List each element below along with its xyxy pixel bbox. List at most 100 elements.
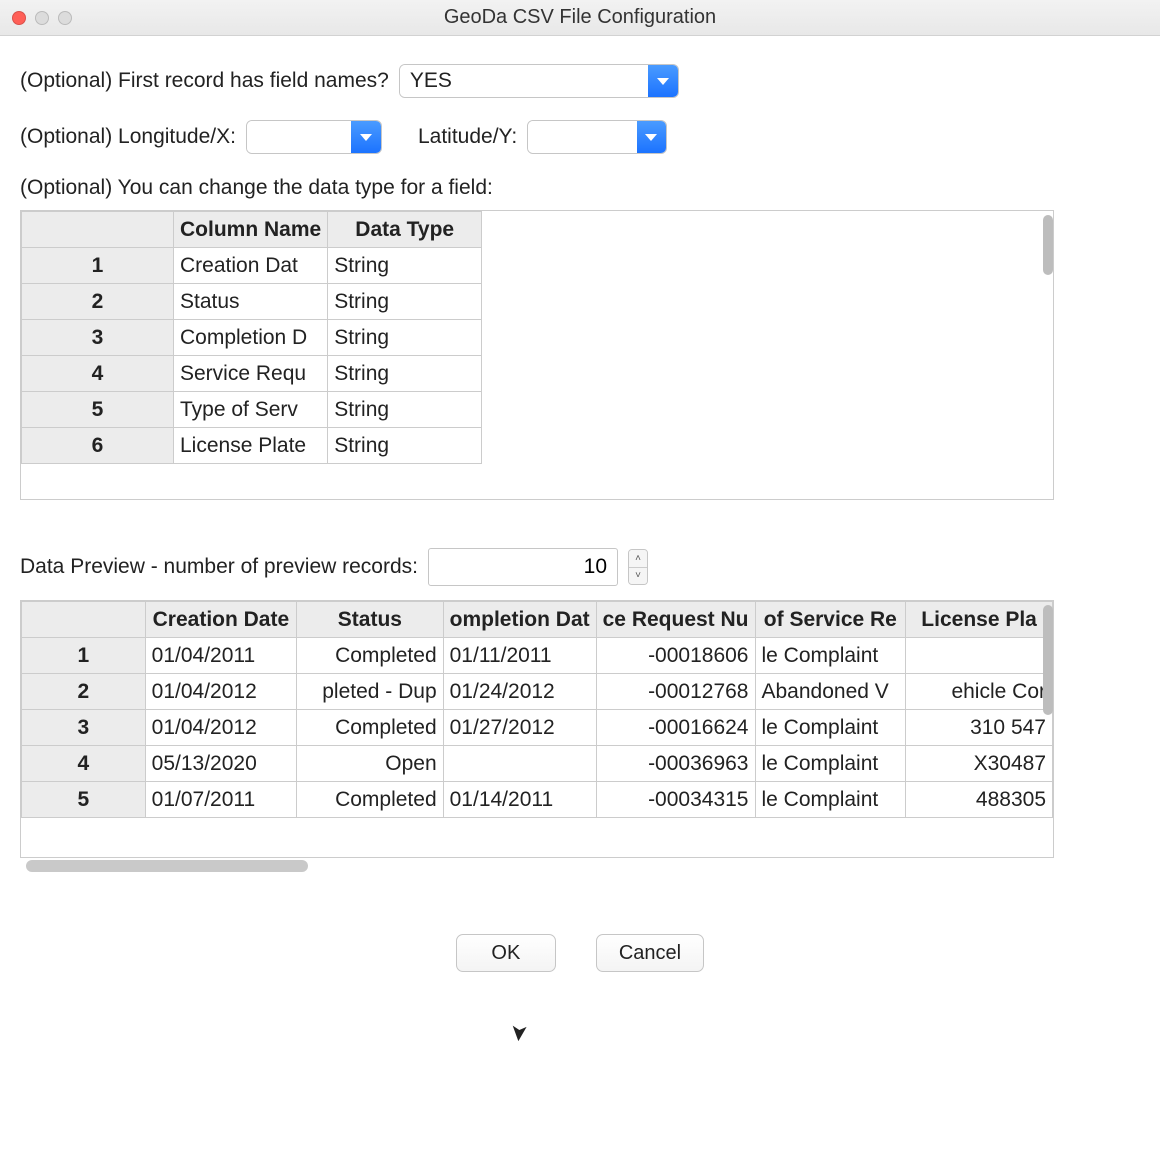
row-number: 3: [22, 710, 146, 746]
traffic-lights: [0, 11, 72, 25]
cell[interactable]: -00018606: [596, 638, 755, 674]
cell[interactable]: 01/04/2011: [145, 638, 296, 674]
cell[interactable]: le Complaint: [755, 782, 906, 818]
cell[interactable]: 01/07/2011: [145, 782, 296, 818]
cell[interactable]: pleted - Dup: [297, 674, 444, 710]
row-number: 1: [22, 638, 146, 674]
chevron-down-icon[interactable]: [351, 121, 380, 153]
cell[interactable]: le Complaint: [755, 746, 906, 782]
data-type-cell[interactable]: String: [328, 284, 482, 320]
table-row[interactable]: 3Completion DString: [22, 320, 482, 356]
cell[interactable]: 01/04/2012: [145, 710, 296, 746]
data-type-cell[interactable]: String: [328, 356, 482, 392]
minimize-window-button[interactable]: [35, 11, 49, 25]
field-names-value: YES: [400, 65, 648, 97]
preview-header-license: License Pla: [906, 602, 1053, 638]
table-row[interactable]: 1Creation DatString: [22, 248, 482, 284]
datatype-intro-label: (Optional) You can change the data type …: [20, 176, 493, 200]
cell[interactable]: -00012768: [596, 674, 755, 710]
latitude-dropdown[interactable]: [527, 120, 667, 154]
data-type-cell[interactable]: String: [328, 428, 482, 464]
cell[interactable]: 310 547: [906, 710, 1053, 746]
titlebar: GeoDa CSV File Configuration: [0, 0, 1160, 36]
cell[interactable]: Completed: [297, 638, 444, 674]
row-number: 2: [22, 674, 146, 710]
table-row[interactable]: 201/04/2012pleted - Dup01/24/2012-000127…: [22, 674, 1053, 710]
column-name-cell[interactable]: Creation Dat: [174, 248, 328, 284]
preview-header-blank: [22, 602, 146, 638]
cell[interactable]: -00036963: [596, 746, 755, 782]
data-type-cell[interactable]: String: [328, 320, 482, 356]
column-name-cell[interactable]: Service Requ: [174, 356, 328, 392]
table-row[interactable]: 6License PlateString: [22, 428, 482, 464]
table-row[interactable]: 301/04/2012Completed01/27/2012-00016624l…: [22, 710, 1053, 746]
table-row[interactable]: 2StatusString: [22, 284, 482, 320]
preview-table[interactable]: Creation Date Status ompletion Dat ce Re…: [20, 600, 1054, 858]
cell[interactable]: [906, 638, 1053, 674]
cell[interactable]: Abandoned V: [755, 674, 906, 710]
preview-count-stepper[interactable]: ˄ ˅: [628, 549, 648, 585]
cell[interactable]: le Complaint: [755, 638, 906, 674]
table-row[interactable]: 4Service RequString: [22, 356, 482, 392]
preview-count-input[interactable]: [428, 548, 618, 586]
cell[interactable]: 05/13/2020: [145, 746, 296, 782]
data-type-cell[interactable]: String: [328, 392, 482, 428]
preview-header-status: Status: [297, 602, 444, 638]
preview-header-service: of Service Re: [755, 602, 906, 638]
longitude-label: (Optional) Longitude/X:: [20, 125, 236, 149]
column-name-cell[interactable]: Status: [174, 284, 328, 320]
datatype-table[interactable]: Column Name Data Type 1Creation DatStrin…: [20, 210, 1054, 500]
field-names-label: (Optional) First record has field names?: [20, 69, 389, 93]
table-row[interactable]: 501/07/2011Completed01/14/2011-00034315l…: [22, 782, 1053, 818]
window-title: GeoDa CSV File Configuration: [0, 6, 1160, 29]
chevron-down-icon[interactable]: [637, 121, 667, 153]
table-row[interactable]: 405/13/2020Open -00036963le ComplaintX304…: [22, 746, 1053, 782]
cell[interactable]: Completed: [297, 710, 444, 746]
preview-label: Data Preview - number of preview records…: [20, 555, 418, 579]
preview-header-request: ce Request Nu: [596, 602, 755, 638]
cell[interactable]: Open: [297, 746, 444, 782]
ok-button[interactable]: OK: [456, 934, 556, 972]
table-row[interactable]: 5Type of ServString: [22, 392, 482, 428]
vertical-scrollbar[interactable]: [1043, 215, 1053, 275]
cell[interactable]: 01/27/2012: [443, 710, 596, 746]
chevron-down-icon[interactable]: [648, 65, 678, 97]
horizontal-scrollbar[interactable]: [20, 860, 1130, 874]
cell[interactable]: ehicle Cor: [906, 674, 1053, 710]
cell[interactable]: Completed: [297, 782, 444, 818]
cell[interactable]: 01/11/2011: [443, 638, 596, 674]
zoom-window-button[interactable]: [58, 11, 72, 25]
longitude-dropdown[interactable]: [246, 120, 382, 154]
mouse-cursor-icon: ➤: [505, 1023, 533, 1044]
row-number: 1: [22, 248, 174, 284]
preview-header-creation: Creation Date: [145, 602, 296, 638]
cell[interactable]: 01/14/2011: [443, 782, 596, 818]
data-type-cell[interactable]: String: [328, 248, 482, 284]
cell[interactable]: -00016624: [596, 710, 755, 746]
row-number: 4: [22, 356, 174, 392]
row-number: 4: [22, 746, 146, 782]
preview-header-completion: ompletion Dat: [443, 602, 596, 638]
column-name-cell[interactable]: Completion D: [174, 320, 328, 356]
cell[interactable]: 01/04/2012: [145, 674, 296, 710]
stepper-down-icon[interactable]: ˅: [629, 568, 647, 585]
cell[interactable]: X30487: [906, 746, 1053, 782]
cell[interactable]: le Complaint: [755, 710, 906, 746]
cancel-button[interactable]: Cancel: [596, 934, 704, 972]
row-number: 2: [22, 284, 174, 320]
row-number: 5: [22, 782, 146, 818]
cell[interactable]: 488305: [906, 782, 1053, 818]
cell[interactable]: 01/24/2012: [443, 674, 596, 710]
stepper-up-icon[interactable]: ˄: [629, 550, 647, 568]
cell[interactable]: [443, 746, 596, 782]
datatype-header-name: Column Name: [174, 212, 328, 248]
cell[interactable]: -00034315: [596, 782, 755, 818]
close-window-button[interactable]: [12, 11, 26, 25]
column-name-cell[interactable]: License Plate: [174, 428, 328, 464]
column-name-cell[interactable]: Type of Serv: [174, 392, 328, 428]
latitude-label: Latitude/Y:: [418, 125, 517, 149]
field-names-dropdown[interactable]: YES: [399, 64, 679, 98]
vertical-scrollbar[interactable]: [1043, 605, 1053, 715]
table-row[interactable]: 101/04/2011Completed01/11/2011-00018606l…: [22, 638, 1053, 674]
datatype-header-blank: [22, 212, 174, 248]
